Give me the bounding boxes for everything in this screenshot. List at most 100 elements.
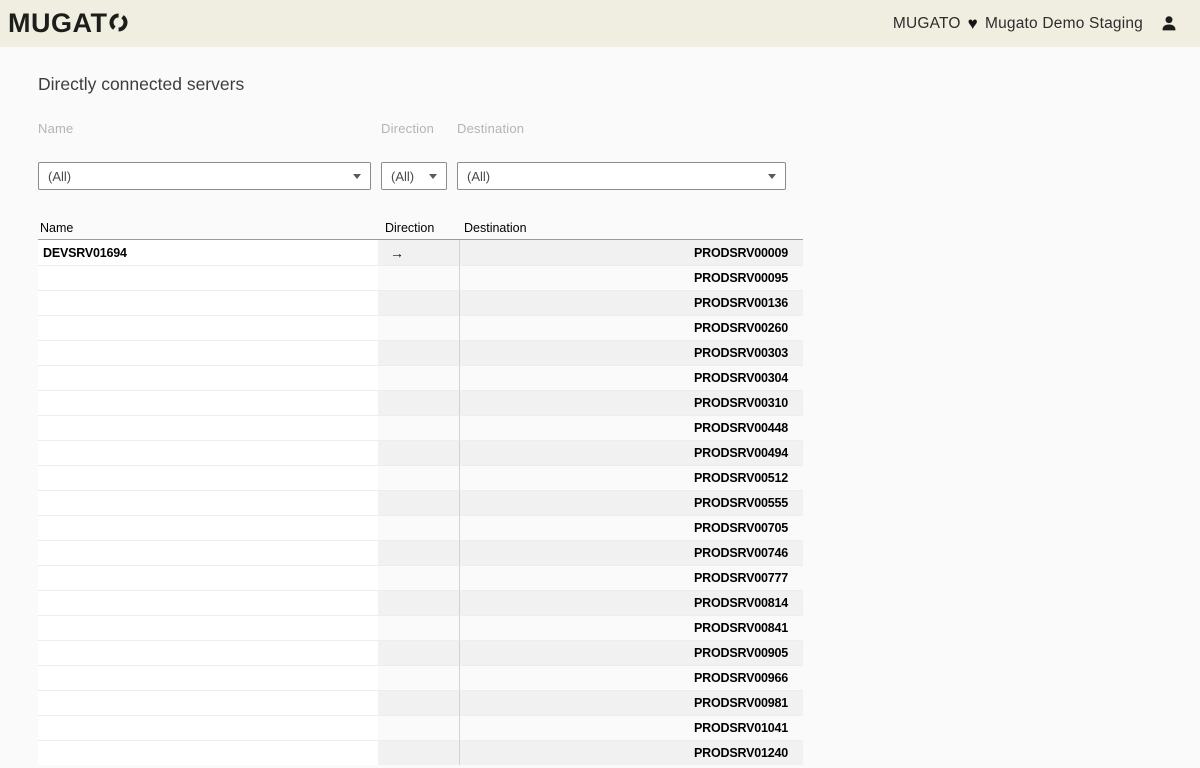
cell-destination: PRODSRV00009 xyxy=(459,240,803,265)
cell-direction xyxy=(378,740,459,765)
person-icon[interactable] xyxy=(1158,13,1180,35)
cell-destination: PRODSRV00512 xyxy=(459,465,803,490)
table-row: PRODSRV01041 xyxy=(38,715,803,740)
cell-direction xyxy=(378,390,459,415)
cell-destination: PRODSRV00494 xyxy=(459,440,803,465)
cell-name xyxy=(38,490,378,515)
cell-name: DEVSRV01694 xyxy=(38,240,378,265)
cell-direction xyxy=(378,365,459,390)
destination-filter-value: (All) xyxy=(467,169,490,184)
name-filter-value: (All) xyxy=(48,169,71,184)
table-row: PRODSRV00841 xyxy=(38,615,803,640)
table-row: PRODSRV00095 xyxy=(38,265,803,290)
chevron-down-icon xyxy=(353,174,361,179)
table-row: PRODSRV00705 xyxy=(38,515,803,540)
cell-name xyxy=(38,265,378,290)
chevron-down-icon xyxy=(768,174,776,179)
table-row: PRODSRV00777 xyxy=(38,565,803,590)
app-header: MUGAT MUGATO ♥ Mugato Demo Staging xyxy=(0,0,1200,47)
cell-name xyxy=(38,315,378,340)
cell-direction xyxy=(378,265,459,290)
cell-direction: → xyxy=(378,240,459,265)
cell-direction xyxy=(378,465,459,490)
cell-destination: PRODSRV00905 xyxy=(459,640,803,665)
cell-name xyxy=(38,365,378,390)
logo[interactable]: MUGAT xyxy=(8,8,129,39)
cell-destination: PRODSRV00310 xyxy=(459,390,803,415)
cell-destination: PRODSRV00705 xyxy=(459,515,803,540)
table-row: PRODSRV01240 xyxy=(38,740,803,765)
table-row: PRODSRV00746 xyxy=(38,540,803,565)
table-row: PRODSRV00260 xyxy=(38,315,803,340)
cell-name xyxy=(38,415,378,440)
table-row: PRODSRV00310 xyxy=(38,390,803,415)
cell-direction xyxy=(378,640,459,665)
cell-name xyxy=(38,665,378,690)
destination-filter-label: Destination xyxy=(457,121,786,136)
table-header: Name Direction Destination xyxy=(38,220,803,240)
cell-direction xyxy=(378,565,459,590)
cell-direction xyxy=(378,490,459,515)
cell-name xyxy=(38,390,378,415)
cell-direction xyxy=(378,290,459,315)
heart-icon: ♥ xyxy=(968,15,978,32)
table-row: DEVSRV01694 → PRODSRV00009 xyxy=(38,240,803,265)
cell-destination: PRODSRV00260 xyxy=(459,315,803,340)
cell-name xyxy=(38,440,378,465)
cell-name xyxy=(38,340,378,365)
column-header-direction: Direction xyxy=(378,221,459,239)
cell-direction xyxy=(378,590,459,615)
filter-bar: Name (All) Direction (All) Destination (… xyxy=(38,121,1200,190)
cell-direction xyxy=(378,690,459,715)
servers-table: Name Direction Destination DEVSRV01694 →… xyxy=(38,220,803,765)
direction-filter-label: Direction xyxy=(381,121,447,136)
cell-name xyxy=(38,515,378,540)
column-header-destination: Destination xyxy=(459,221,803,239)
cell-direction xyxy=(378,440,459,465)
name-filter-select[interactable]: (All) xyxy=(38,162,371,190)
cell-name xyxy=(38,615,378,640)
destination-filter-select[interactable]: (All) xyxy=(457,162,786,190)
page-title: Directly connected servers xyxy=(38,47,1200,95)
cell-destination: PRODSRV01240 xyxy=(459,740,803,765)
cell-destination: PRODSRV00814 xyxy=(459,590,803,615)
cell-destination: PRODSRV01041 xyxy=(459,715,803,740)
table-body: DEVSRV01694 → PRODSRV00009 PRODSRV00095 … xyxy=(38,240,803,765)
logo-o-icon xyxy=(108,12,129,38)
table-row: PRODSRV00555 xyxy=(38,490,803,515)
cell-direction xyxy=(378,540,459,565)
table-row: PRODSRV00966 xyxy=(38,665,803,690)
cell-direction xyxy=(378,665,459,690)
table-row: PRODSRV00512 xyxy=(38,465,803,490)
table-row: PRODSRV00981 xyxy=(38,690,803,715)
cell-name xyxy=(38,590,378,615)
cell-destination: PRODSRV00136 xyxy=(459,290,803,315)
table-row: PRODSRV00448 xyxy=(38,415,803,440)
cell-direction xyxy=(378,515,459,540)
environment-brand: MUGATO xyxy=(893,15,961,33)
cell-destination: PRODSRV00555 xyxy=(459,490,803,515)
environment-name: Mugato Demo Staging xyxy=(985,15,1143,33)
cell-destination: PRODSRV00777 xyxy=(459,565,803,590)
direction-filter-select[interactable]: (All) xyxy=(381,162,447,190)
table-row: PRODSRV00494 xyxy=(38,440,803,465)
cell-direction xyxy=(378,415,459,440)
cell-name xyxy=(38,540,378,565)
cell-destination: PRODSRV00448 xyxy=(459,415,803,440)
environment-label: MUGATO ♥ Mugato Demo Staging xyxy=(893,15,1143,33)
table-row: PRODSRV00304 xyxy=(38,365,803,390)
cell-direction xyxy=(378,615,459,640)
table-row: PRODSRV00136 xyxy=(38,290,803,315)
chevron-down-icon xyxy=(429,174,437,179)
cell-direction xyxy=(378,715,459,740)
cell-name xyxy=(38,640,378,665)
cell-destination: PRODSRV00841 xyxy=(459,615,803,640)
cell-name xyxy=(38,565,378,590)
cell-destination: PRODSRV00095 xyxy=(459,265,803,290)
logo-text: MUGAT xyxy=(8,8,107,39)
table-row: PRODSRV00814 xyxy=(38,590,803,615)
cell-destination: PRODSRV00966 xyxy=(459,665,803,690)
cell-name xyxy=(38,740,378,765)
cell-direction xyxy=(378,340,459,365)
page-content: Directly connected servers Name (All) Di… xyxy=(0,47,1200,765)
